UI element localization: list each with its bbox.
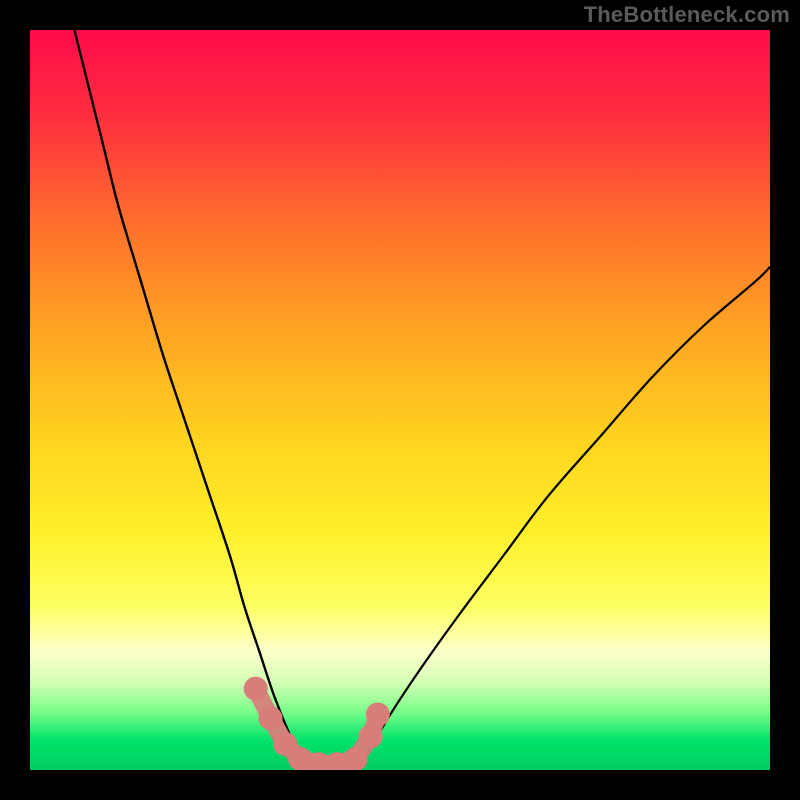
plot-area	[30, 30, 770, 770]
marker-dot	[358, 725, 382, 749]
marker-dot	[259, 706, 283, 730]
marker-dot	[244, 677, 268, 701]
watermark-text: TheBottleneck.com	[584, 2, 790, 28]
bottleneck-chart	[0, 0, 800, 800]
chart-frame: TheBottleneck.com	[0, 0, 800, 800]
marker-dot	[344, 747, 368, 771]
marker-dot	[366, 703, 390, 727]
